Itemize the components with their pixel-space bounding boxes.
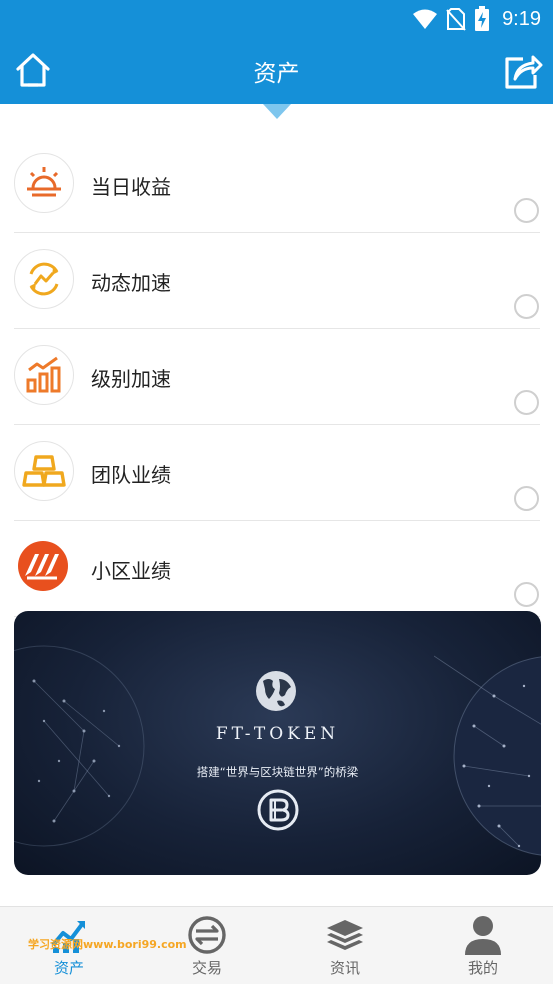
list-item-label: 级别加速 [91,367,171,391]
wifi-icon [413,9,438,29]
tab-news[interactable]: 资讯 [276,907,414,984]
list-item-team-performance[interactable]: 团队业绩 [14,425,540,521]
page-title: 资产 [253,61,300,87]
network-globe-left-image [14,645,145,847]
watermark-text: 学习资源网www.bori99.com [28,938,187,951]
layers-icon [327,920,363,950]
radio-button[interactable] [514,582,539,607]
bar-chart-icon [26,356,61,393]
battery-charging-icon [475,6,490,31]
b-coin-logo-icon [257,789,299,831]
icon-circle [14,249,74,309]
list-item-label: 小区业绩 [91,559,171,583]
list-item-daily-earnings[interactable]: 当日收益 [14,137,540,233]
icon-circle [14,537,72,595]
status-bar: 9:19 [0,0,553,38]
tab-label: 资产 [53,959,84,977]
list-item-label: 动态加速 [91,271,171,295]
list-item-dynamic-acceleration[interactable]: 动态加速 [14,233,540,329]
banner-brand: FT-TOKEN [215,724,340,744]
world-globe-icon [256,671,296,711]
sunrise-icon [27,167,61,197]
list-item-level-acceleration[interactable]: 级别加速 [14,329,540,425]
tab-label: 交易 [191,959,222,977]
app-bar: 资产 [0,38,553,104]
asset-menu-list: 当日收益 动态加速 级别加速 团队业绩 小区业绩 [0,137,553,617]
radio-button[interactable] [514,198,539,223]
share-button[interactable] [503,51,543,91]
stripes-logo-icon [18,541,68,591]
radio-button[interactable] [514,390,539,415]
network-globe-right-image [434,655,541,856]
tab-label: 我的 [467,959,498,977]
tab-label: 资讯 [329,959,360,977]
list-item-label: 团队业绩 [91,463,171,487]
radio-button[interactable] [514,486,539,511]
radio-button[interactable] [514,294,539,319]
no-sim-icon [446,8,466,31]
status-time: 9:19 [502,7,541,30]
banner-tagline: 搭建“世界与区块链世界”的桥梁 [196,765,359,779]
tab-profile[interactable]: 我的 [414,907,552,984]
list-item-label: 当日收益 [91,175,171,199]
promo-banner[interactable]: FT-TOKEN 搭建“世界与区块链世界”的桥梁 [14,611,541,875]
list-item-community-performance[interactable]: 小区业绩 [14,521,540,617]
icon-circle [14,441,74,501]
gold-bars-icon [22,455,66,487]
icon-circle [14,153,74,213]
icon-circle [14,345,74,405]
exchange-icon [188,916,226,954]
header-pointer [263,104,291,119]
user-icon [465,916,501,955]
share-icon [505,55,543,89]
refresh-chart-icon [29,262,59,296]
